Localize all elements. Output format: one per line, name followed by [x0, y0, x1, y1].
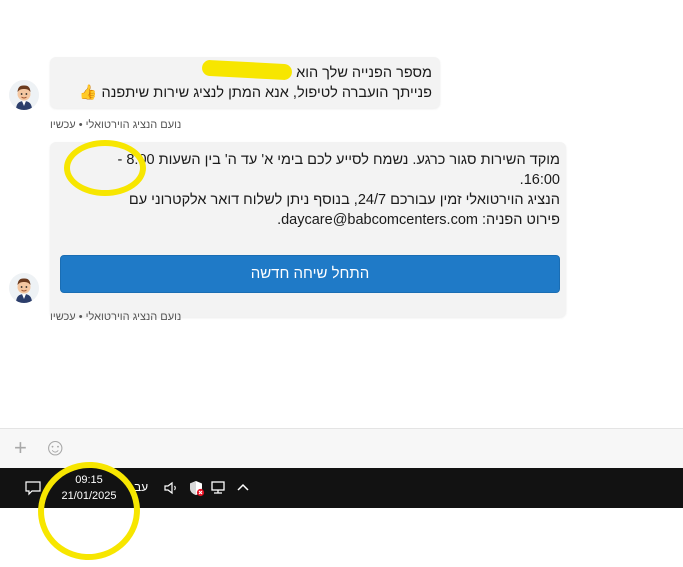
message-text: הנציג הוירטואלי זמין עבורכם 24/7, בנוסף … [128, 192, 560, 208]
message-text: פירוט הפניה: daycare@babcomcenters.com. [277, 212, 560, 228]
show-more-tray-icon[interactable] [234, 479, 252, 497]
message-text: פנייתך הועברה לטיפול, אנא המתן לנציג שיר… [56, 83, 434, 103]
windows-taskbar: עב 09:15 21/01/2025 [0, 468, 683, 508]
thumbs-up-icon: 👍 [79, 85, 98, 101]
agent-message-bubble: מוקד השירות סגור כרגע. נשמח לסייע לכם בי… [50, 142, 566, 317]
clock-time: 09:15 [75, 474, 103, 486]
message-text-content: פנייתך הועברה לטיפול, אנא המתן לנציג שיר… [101, 85, 432, 101]
message-text: מוקד השירות סגור כרגע. נשמח לסייע לכם בי… [117, 152, 561, 168]
chat-area: מספר הפנייה שלך הוא פנייתך הועברה לטיפול… [0, 0, 683, 428]
network-icon[interactable] [210, 479, 228, 497]
agent-avatar [9, 80, 39, 110]
message-meta: נועם הנציג הוירטואלי • עכשיו [50, 311, 182, 323]
message-meta: נועם הנציג הוירטואלי • עכשיו [50, 119, 182, 131]
add-attachment-icon[interactable]: + [14, 436, 27, 460]
notifications-icon[interactable] [24, 479, 42, 497]
message-text: 16:00. [519, 172, 560, 188]
agent-avatar [9, 273, 39, 303]
clock-date: 21/01/2025 [61, 490, 117, 502]
message-input-bar[interactable]: + ☺ [0, 428, 683, 469]
desktop-bottom-area [0, 508, 683, 555]
volume-icon[interactable] [162, 479, 180, 497]
start-new-chat-button[interactable]: התחל שיחה חדשה [60, 255, 560, 293]
security-shield-icon[interactable] [187, 479, 205, 497]
language-indicator[interactable]: עב [134, 480, 148, 494]
taskbar-clock[interactable]: 09:15 21/01/2025 [52, 472, 126, 504]
emoji-icon[interactable]: ☺ [43, 436, 68, 460]
